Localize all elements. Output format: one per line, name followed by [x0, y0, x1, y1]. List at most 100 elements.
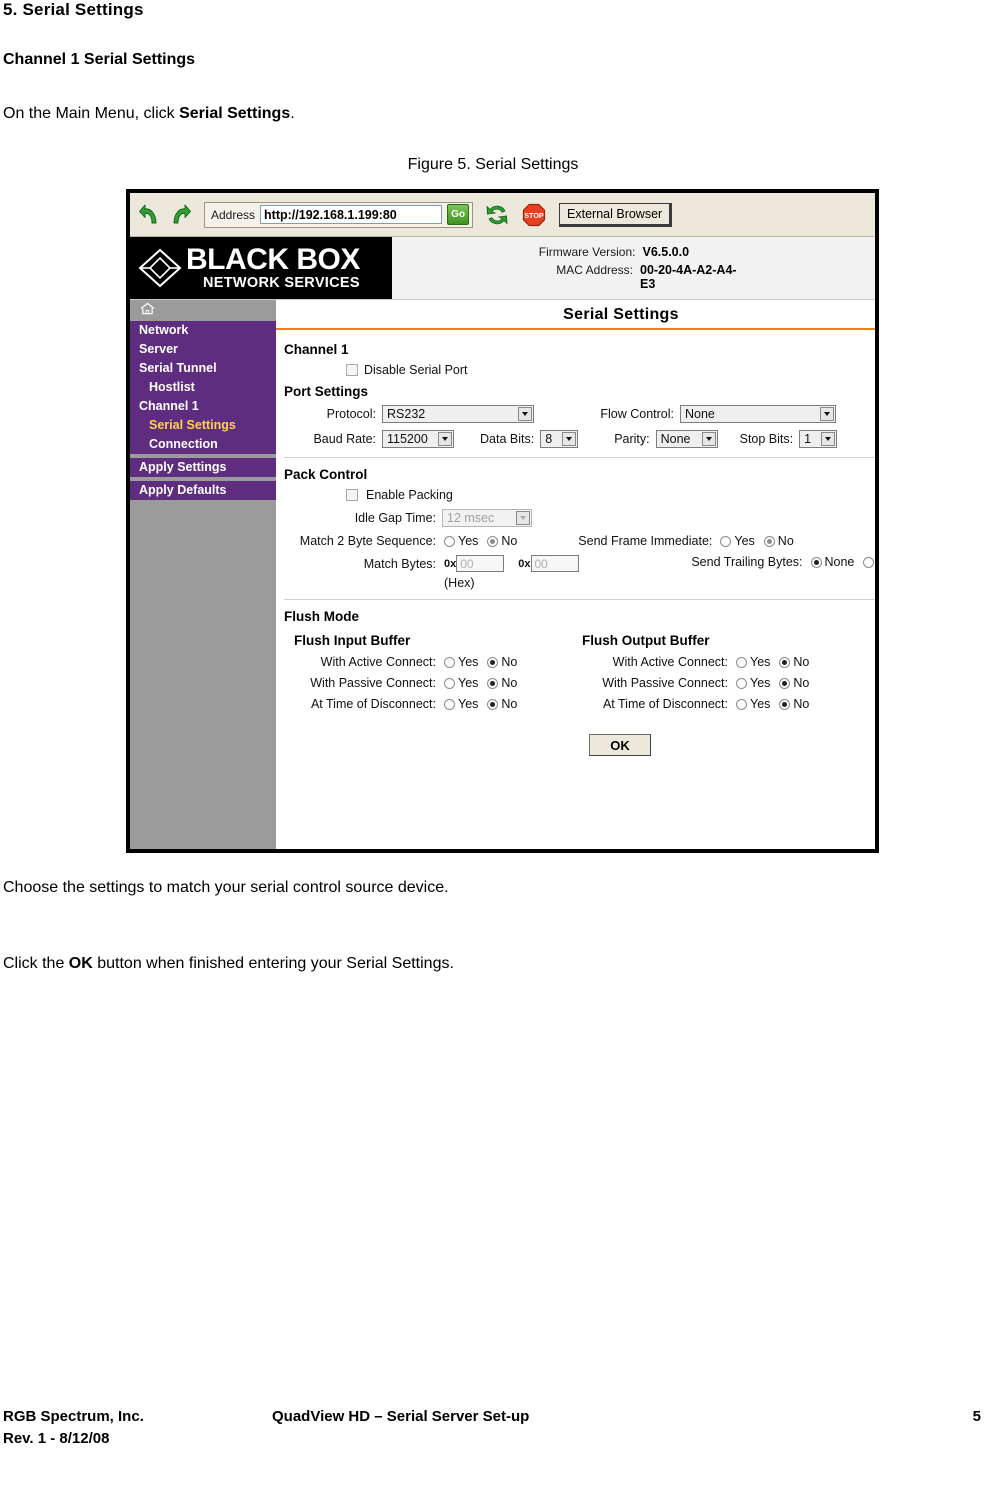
- trailing-one-radio[interactable]: [863, 556, 875, 568]
- enable-packing-row: Enable Packing: [346, 488, 875, 502]
- trailing-one-option[interactable]: One: [863, 555, 875, 569]
- sidebar-item-server[interactable]: Server: [130, 340, 276, 359]
- chevron-down-icon[interactable]: [821, 432, 836, 446]
- flow-control-select[interactable]: None: [680, 405, 836, 423]
- chevron-down-icon[interactable]: [701, 432, 716, 446]
- flush-in-passive-yes-option[interactable]: Yes: [444, 676, 478, 690]
- ok-button[interactable]: OK: [588, 734, 651, 756]
- flush-out-active-no-option[interactable]: No: [779, 655, 809, 669]
- flush-out-active-yes-option[interactable]: Yes: [736, 655, 770, 669]
- sidebar-item-network[interactable]: Network: [130, 321, 276, 340]
- flush-in-disconnect-no-option[interactable]: No: [487, 697, 517, 711]
- logo-sub-text: NETWORK SERVICES: [203, 275, 360, 292]
- sidebar-item-serial-settings[interactable]: Serial Settings: [130, 416, 276, 435]
- sidebar-item-apply-settings[interactable]: Apply Settings: [130, 458, 276, 477]
- send-frame-yes-label: Yes: [734, 534, 755, 548]
- flush-out-active-no-radio[interactable]: [779, 656, 791, 668]
- flush-out-disconnect-no-radio[interactable]: [779, 698, 791, 710]
- sidebar-item-connection[interactable]: Connection: [130, 435, 276, 454]
- flush-in-disconnect-no-radio[interactable]: [487, 698, 499, 710]
- match2-yes-option[interactable]: Yes: [444, 534, 478, 548]
- match-bytes-label: Match Bytes:: [363, 557, 436, 571]
- mac-address-value: 00-20-4A-A2-A4-E3: [640, 263, 737, 291]
- flush-in-passive-no-radio[interactable]: [487, 677, 499, 689]
- flush-in-active-yes-option[interactable]: Yes: [444, 655, 478, 669]
- flush-out-passive-no-option[interactable]: No: [779, 676, 809, 690]
- sidebar-item-serial-tunnel[interactable]: Serial Tunnel: [130, 359, 276, 378]
- parity-label: Parity:: [614, 432, 650, 446]
- chevron-down-icon[interactable]: [438, 432, 452, 446]
- flush-out-active-yes-radio[interactable]: [736, 656, 747, 668]
- hex-prefix-2: 0x: [518, 557, 531, 570]
- flush-in-active-yes-radio[interactable]: [444, 656, 455, 668]
- stop-bits-select[interactable]: 1: [799, 430, 838, 448]
- protocol-row: Protocol: RS232 Flow Control: None: [284, 405, 875, 423]
- parity-select[interactable]: None: [655, 430, 718, 448]
- flush-out-disconnect-no-option[interactable]: No: [779, 697, 809, 711]
- trailing-none-radio[interactable]: [810, 556, 822, 568]
- home-icon[interactable]: [140, 302, 155, 320]
- intro-text-bold: Serial Settings: [179, 105, 291, 122]
- chevron-down-icon[interactable]: [820, 407, 834, 421]
- refresh-icon[interactable]: [484, 202, 510, 228]
- chevron-down-icon[interactable]: [562, 432, 577, 446]
- sidebar-item-hostlist[interactable]: Hostlist: [130, 378, 276, 397]
- match-byte-1-input[interactable]: 00: [456, 555, 505, 572]
- page-title: 5. Serial Settings: [3, 0, 144, 19]
- flush-out-disconnect-no-label: No: [793, 697, 810, 711]
- send-frame-label: Send Frame Immediate:: [578, 534, 713, 548]
- forward-arrow-icon[interactable]: [166, 202, 192, 228]
- flush-in-passive-yes-radio[interactable]: [444, 677, 455, 689]
- flush-out-disconnect-yes-radio[interactable]: [736, 698, 747, 710]
- trailing-none-option[interactable]: None: [810, 555, 855, 569]
- footer-company: RGB Spectrum, Inc.: [3, 1408, 144, 1425]
- send-frame-no-option[interactable]: No: [763, 534, 794, 548]
- match-byte-2-input[interactable]: 00: [530, 555, 579, 572]
- match2-yes-radio[interactable]: [444, 535, 455, 547]
- send-frame-yes-option[interactable]: Yes: [720, 534, 755, 548]
- disable-serial-port-label: Disable Serial Port: [364, 363, 468, 377]
- baud-rate-select[interactable]: 115200: [382, 430, 454, 448]
- flush-in-disconnect-yes-option[interactable]: Yes: [444, 697, 478, 711]
- flush-in-active-no-radio[interactable]: [487, 656, 499, 668]
- idle-gap-select[interactable]: 12 msec: [442, 509, 532, 527]
- external-browser-button[interactable]: External Browser: [559, 202, 673, 227]
- figure-caption: Figure 5. Serial Settings: [407, 156, 579, 173]
- main-content: Serial Settings Channel 1 Disable Serial…: [276, 300, 875, 849]
- flush-out-passive-yes-radio[interactable]: [736, 677, 747, 689]
- address-input[interactable]: [260, 205, 443, 224]
- back-arrow-icon[interactable]: [138, 202, 164, 228]
- data-bits-select[interactable]: 8: [540, 430, 579, 448]
- trailing-bytes-label: Send Trailing Bytes:: [691, 555, 803, 569]
- trailing-none-label: None: [824, 555, 855, 569]
- flush-in-disconnect-yes-radio[interactable]: [444, 698, 455, 710]
- go-button[interactable]: Go: [447, 204, 470, 225]
- intro-text-post: .: [290, 105, 295, 122]
- sidebar-home-row[interactable]: [130, 300, 276, 321]
- click-ok-post: button when finished entering your Seria…: [92, 955, 454, 972]
- protocol-select[interactable]: RS232: [382, 405, 534, 423]
- protocol-value: RS232: [387, 407, 426, 421]
- sidebar-item-apply-defaults[interactable]: Apply Defaults: [130, 481, 276, 500]
- disable-serial-port-checkbox[interactable]: [346, 364, 358, 376]
- match2-no-radio[interactable]: [487, 535, 499, 547]
- flush-in-passive-no-option[interactable]: No: [487, 676, 517, 690]
- stop-icon[interactable]: STOP: [521, 202, 547, 228]
- flush-in-active-label: With Active Connect:: [320, 655, 436, 669]
- chevron-down-icon[interactable]: [518, 407, 532, 421]
- flush-out-passive-yes-option[interactable]: Yes: [736, 676, 770, 690]
- send-frame-yes-radio[interactable]: [720, 535, 732, 547]
- flush-output-heading: Flush Output Buffer: [582, 633, 710, 648]
- enable-packing-checkbox[interactable]: [346, 489, 358, 501]
- baud-rate-label: Baud Rate:: [313, 432, 376, 446]
- flush-in-active-no-option[interactable]: No: [487, 655, 517, 669]
- chevron-down-icon[interactable]: [516, 511, 530, 525]
- footer-revision: Rev. 1 - 8/12/08: [3, 1430, 110, 1447]
- flush-out-passive-no-radio[interactable]: [779, 677, 791, 689]
- send-frame-no-radio[interactable]: [763, 535, 775, 547]
- channel-heading: Channel 1: [284, 342, 349, 357]
- match2-no-option[interactable]: No: [487, 534, 517, 548]
- sidebar-item-channel-1[interactable]: Channel 1: [130, 397, 276, 416]
- flush-out-disconnect-yes-option[interactable]: Yes: [736, 697, 770, 711]
- mac-address-row: MAC Address: 00-20-4A-A2-A4-E3: [518, 263, 750, 291]
